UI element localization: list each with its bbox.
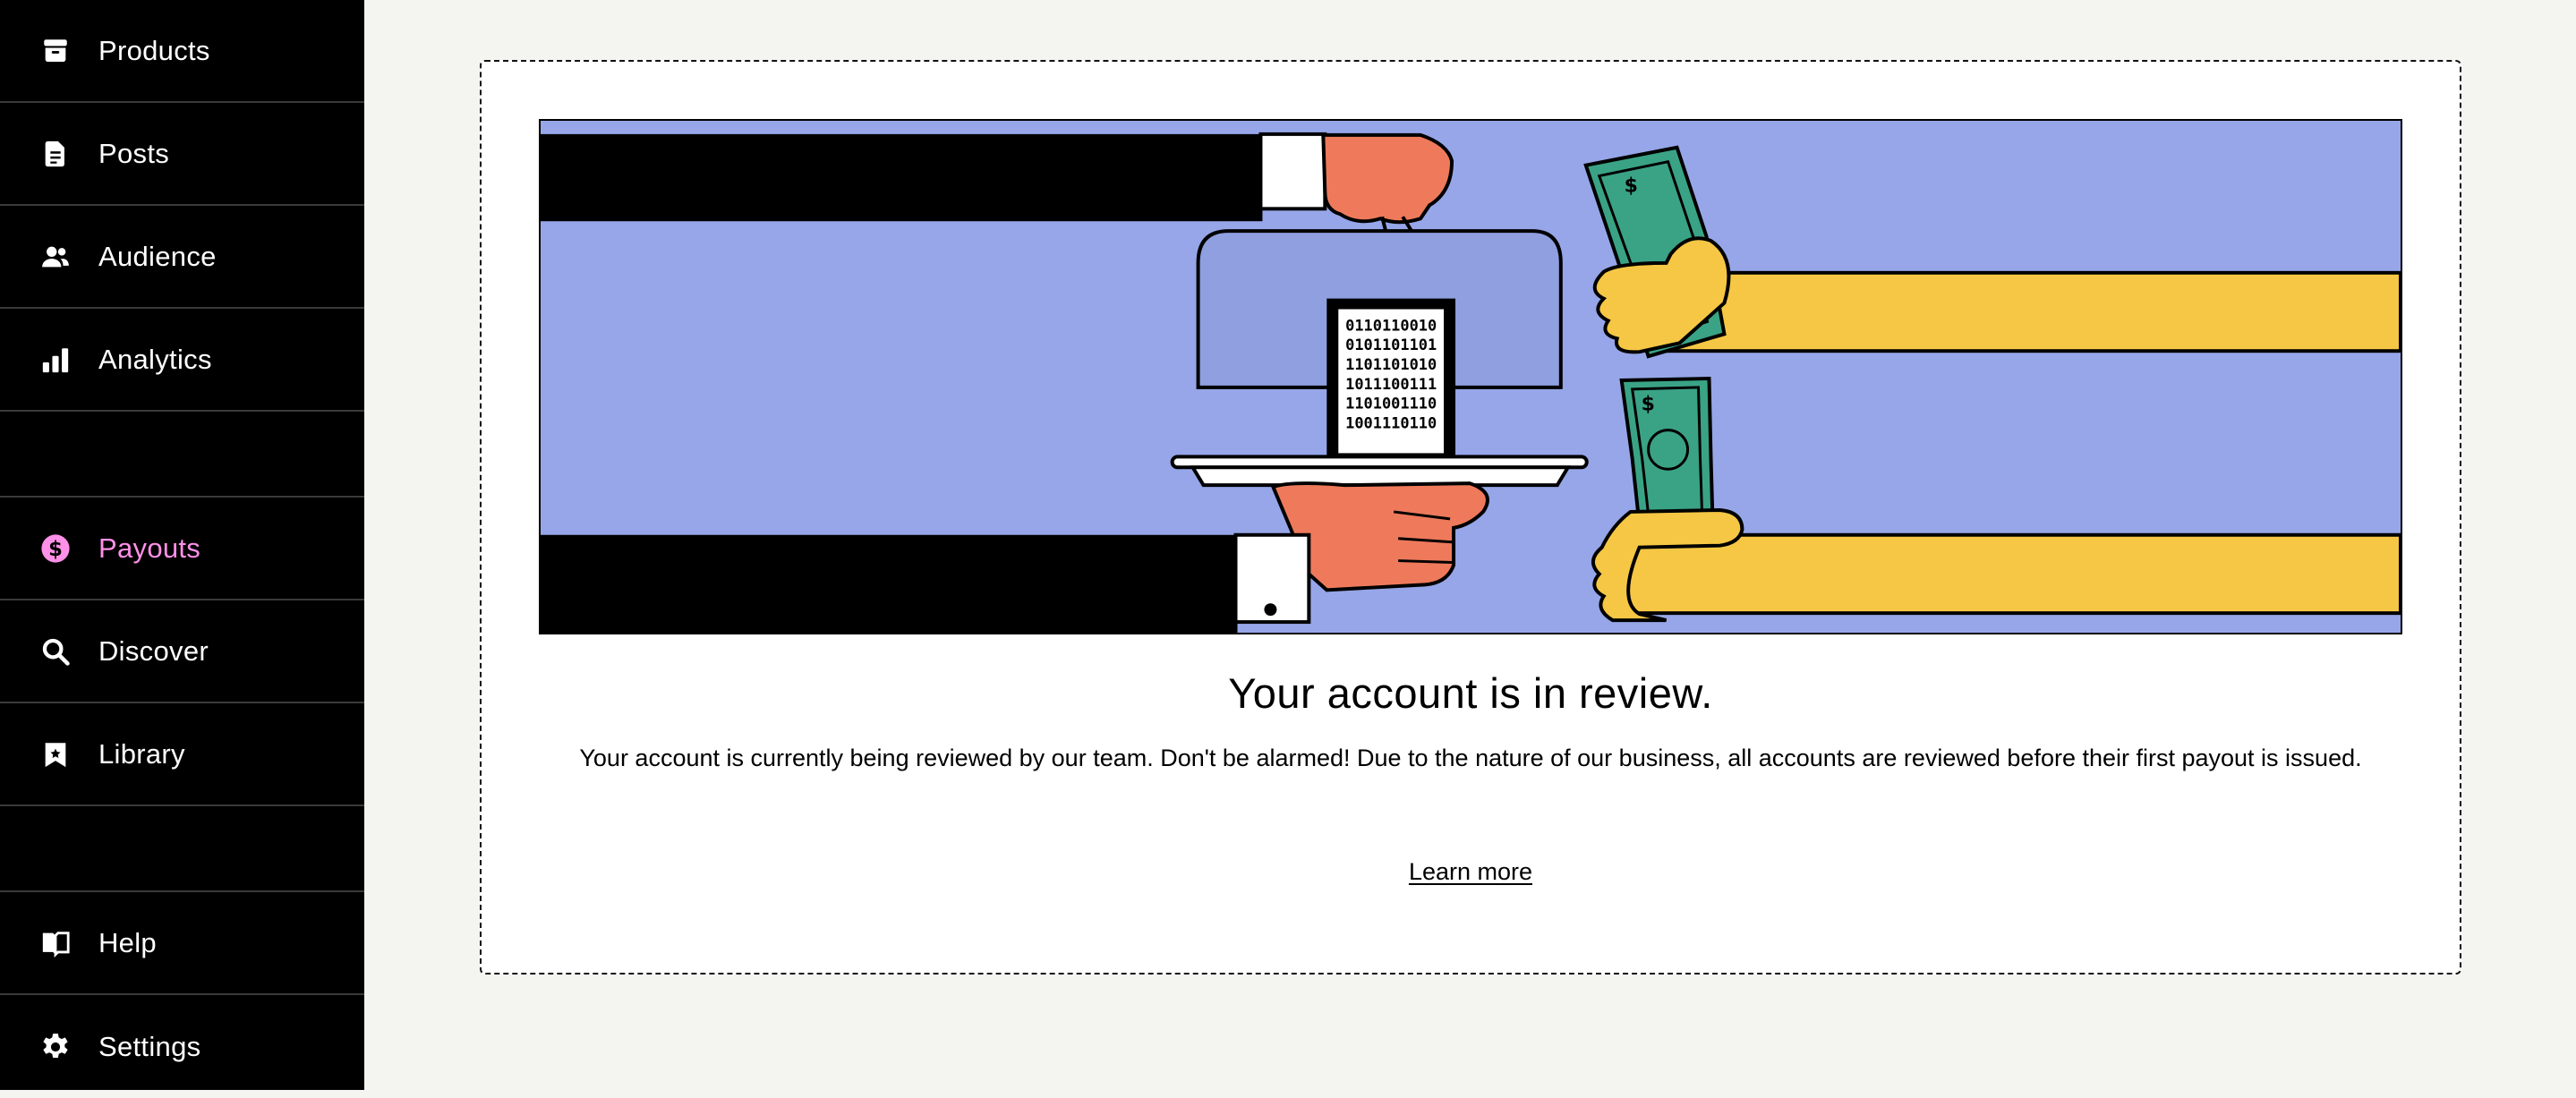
bookmark-icon	[39, 738, 72, 770]
learn-more-container: Learn more	[482, 858, 2460, 886]
sidebar-item-label: Posts	[98, 137, 170, 169]
code-line: 1011100111	[1345, 375, 1437, 393]
code-line: 1101101010	[1345, 355, 1437, 373]
svg-text:$: $	[1625, 174, 1638, 197]
sidebar-item-label: Audience	[98, 240, 217, 272]
sidebar-item-payouts[interactable]: $ Payouts	[0, 498, 364, 600]
sidebar-item-audience[interactable]: Audience	[0, 206, 364, 309]
review-illustration: 0110110010 0101101101 1101101010 1011100…	[539, 119, 2402, 634]
sidebar-item-label: Settings	[98, 1030, 201, 1062]
sidebar-item-label: Products	[98, 34, 210, 66]
review-description: Your account is currently being reviewed…	[579, 745, 2362, 771]
bar-chart-icon	[39, 344, 72, 376]
people-icon	[39, 241, 72, 273]
book-open-icon	[39, 927, 72, 959]
archive-icon	[39, 35, 72, 67]
code-line: 0110110010	[1345, 316, 1437, 334]
sidebar-item-settings[interactable]: Settings	[0, 995, 364, 1098]
sidebar-item-analytics[interactable]: Analytics	[0, 309, 364, 412]
code-line: 0101101101	[1345, 336, 1437, 353]
svg-text:$: $	[1642, 394, 1655, 416]
code-line: 1001110110	[1345, 414, 1437, 432]
document-icon	[39, 138, 72, 170]
sidebar-item-label: Analytics	[98, 343, 212, 375]
sidebar-item-label: Payouts	[98, 532, 201, 564]
gear-icon	[39, 1031, 72, 1063]
account-review-card: 0110110010 0101101101 1101101010 1011100…	[480, 60, 2461, 975]
sidebar: Products Posts Audience Analytics $ Payo…	[0, 0, 364, 1090]
sidebar-item-label: Discover	[98, 634, 209, 667]
sidebar-divider	[0, 412, 364, 498]
sidebar-item-posts[interactable]: Posts	[0, 103, 364, 206]
sidebar-item-products[interactable]: Products	[0, 0, 364, 103]
sidebar-item-library[interactable]: Library	[0, 703, 364, 806]
sidebar-item-label: Library	[98, 737, 185, 770]
learn-more-link[interactable]: Learn more	[1409, 858, 1532, 885]
sidebar-item-help[interactable]: Help	[0, 892, 364, 995]
page-title: Your account is in review.	[1228, 669, 1713, 717]
sidebar-item-label: Help	[98, 926, 157, 958]
sidebar-divider	[0, 806, 364, 892]
svg-text:$: $	[48, 537, 63, 560]
dollar-circle-icon: $	[39, 532, 72, 565]
code-line: 1101001110	[1345, 395, 1437, 413]
sidebar-item-discover[interactable]: Discover	[0, 600, 364, 703]
search-icon	[39, 635, 72, 668]
